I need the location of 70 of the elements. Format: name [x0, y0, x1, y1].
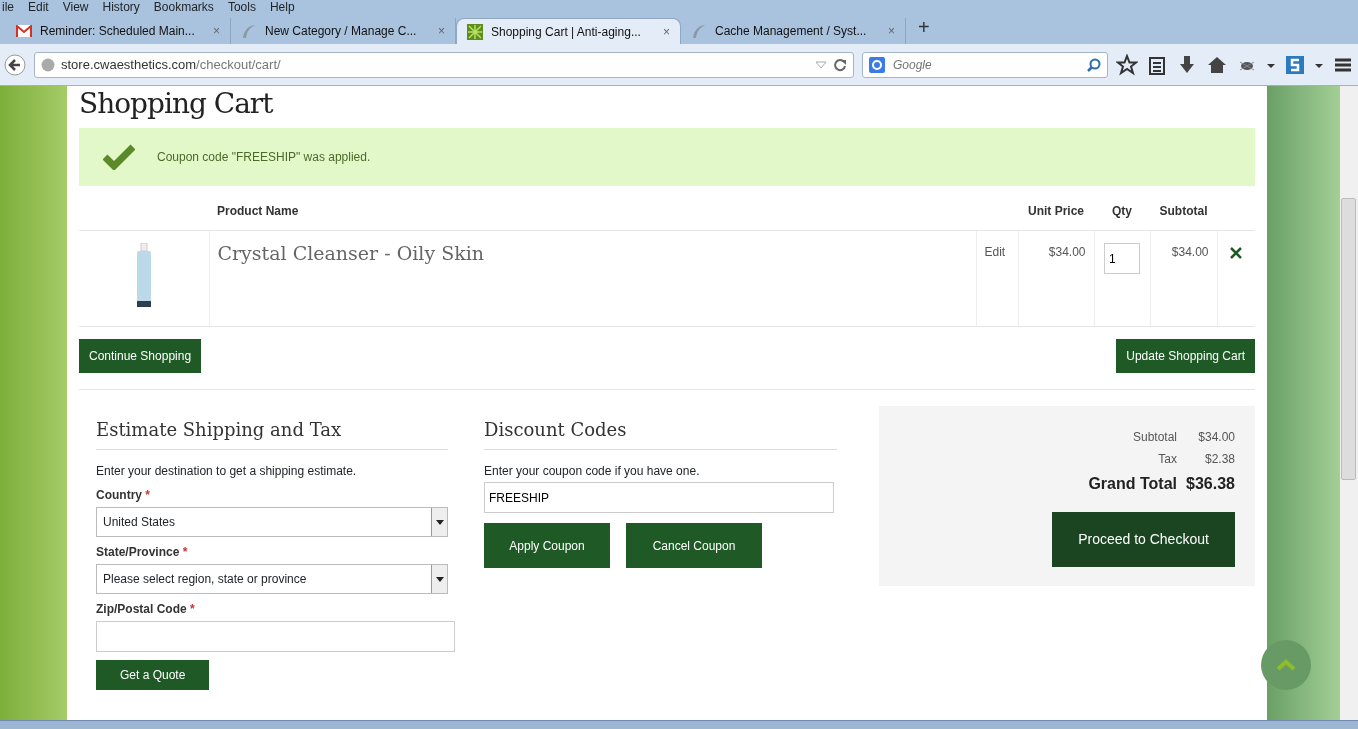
search-bar[interactable]: Google: [862, 51, 1108, 78]
browser-tab[interactable]: Shopping Cart | Anti-aging... ×: [456, 18, 681, 44]
menu-item[interactable]: History: [102, 0, 140, 15]
total-value: $34.00: [1197, 429, 1235, 447]
quantity-field[interactable]: 1: [1104, 243, 1140, 275]
remove-icon[interactable]: [1229, 246, 1244, 260]
select-value: Please select region, state or province: [103, 571, 307, 589]
menu-item[interactable]: Bookmarks: [153, 0, 214, 15]
column-header: Subtotal: [1159, 204, 1208, 219]
total-label: Tax: [1158, 451, 1177, 469]
section-title: Discount Codes: [484, 416, 837, 451]
tab-title: Reminder: Scheduled Main...: [40, 23, 196, 40]
url-text: store.cwaesthetics.com/checkout/cart/: [61, 55, 281, 74]
field-label: State/Province *: [96, 544, 189, 562]
back-icon[interactable]: [4, 53, 26, 76]
instruction-text: Enter your destination to get a shipping estimate.: [96, 463, 358, 481]
menu-item[interactable]: Tools: [227, 0, 256, 15]
menu-item[interactable]: Help: [269, 0, 295, 15]
subtotal: $34.00: [1171, 245, 1209, 260]
chevron-up-icon: [1276, 659, 1296, 671]
reload-icon[interactable]: [833, 57, 847, 72]
grand-total-label: Grand Total: [1088, 474, 1177, 495]
select-value: United States: [103, 514, 176, 532]
leaf-icon: [241, 23, 257, 39]
field-label: Zip/Postal Code *: [96, 601, 196, 619]
tab-title: New Category / Manage C...: [265, 23, 418, 40]
new-tab-button[interactable]: +: [906, 12, 942, 44]
address-bar[interactable]: store.cwaesthetics.com/checkout/cart/: [34, 51, 854, 78]
page-title: Shopping Cart: [79, 88, 274, 121]
grand-total-value: $36.38: [1185, 474, 1235, 495]
instruction-text: Enter your coupon code if you have one.: [484, 463, 701, 481]
cancel-coupon-button[interactable]: Cancel Coupon: [626, 523, 762, 569]
leaf-icon: [691, 23, 707, 39]
zip-field[interactable]: [96, 621, 455, 653]
apply-coupon-button[interactable]: Apply Coupon: [484, 523, 610, 569]
search-icon[interactable]: [1087, 57, 1101, 72]
s-logo-icon[interactable]: [1284, 53, 1306, 76]
update-cart-button[interactable]: Update Shopping Cart: [1116, 339, 1255, 374]
unit-price: $34.00: [1048, 245, 1086, 260]
tab-close-button[interactable]: ×: [663, 22, 670, 41]
mail-icon: [16, 25, 32, 37]
get-quote-button[interactable]: Get a Quote: [96, 660, 210, 691]
plant-icon: [467, 23, 483, 40]
scrollbar-thumb[interactable]: [1341, 198, 1356, 480]
continue-shopping-button[interactable]: Continue Shopping: [79, 339, 202, 374]
checkout-button[interactable]: Proceed to Checkout: [1052, 512, 1235, 568]
field-label: Country *: [96, 487, 151, 505]
column-header: Qty: [1112, 204, 1132, 219]
total-label: Subtotal: [1132, 429, 1177, 447]
menu-item[interactable]: ile: [2, 0, 14, 15]
scroll-to-top-button[interactable]: [1261, 640, 1311, 690]
menu-item[interactable]: Edit: [28, 0, 49, 15]
total-value: $2.38: [1203, 451, 1235, 469]
coupon-field[interactable]: FREESHIP: [484, 482, 834, 514]
section-title: Estimate Shipping and Tax: [96, 416, 448, 451]
select-field[interactable]: Please select region, state or province: [96, 564, 448, 595]
menu-item[interactable]: View: [62, 0, 89, 15]
select-field[interactable]: United States: [96, 507, 448, 538]
dropdown-arrow-icon: [435, 576, 444, 582]
column-header: Unit Price: [1028, 204, 1084, 219]
star-icon[interactable]: [1116, 53, 1138, 76]
tab-title: Cache Management / Syst...: [715, 23, 868, 40]
search-engine-icon[interactable]: [869, 56, 885, 73]
notice-text: Coupon code "FREESHIP" was applied.: [157, 149, 371, 167]
dropdown-arrow-icon: [435, 519, 444, 525]
globe-icon: [41, 57, 55, 72]
checkmark-icon: [103, 144, 135, 171]
edit-link[interactable]: Edit: [984, 245, 1006, 260]
tab-title: Shopping Cart | Anti-aging...: [491, 23, 642, 41]
column-header: Product Name: [217, 204, 299, 219]
